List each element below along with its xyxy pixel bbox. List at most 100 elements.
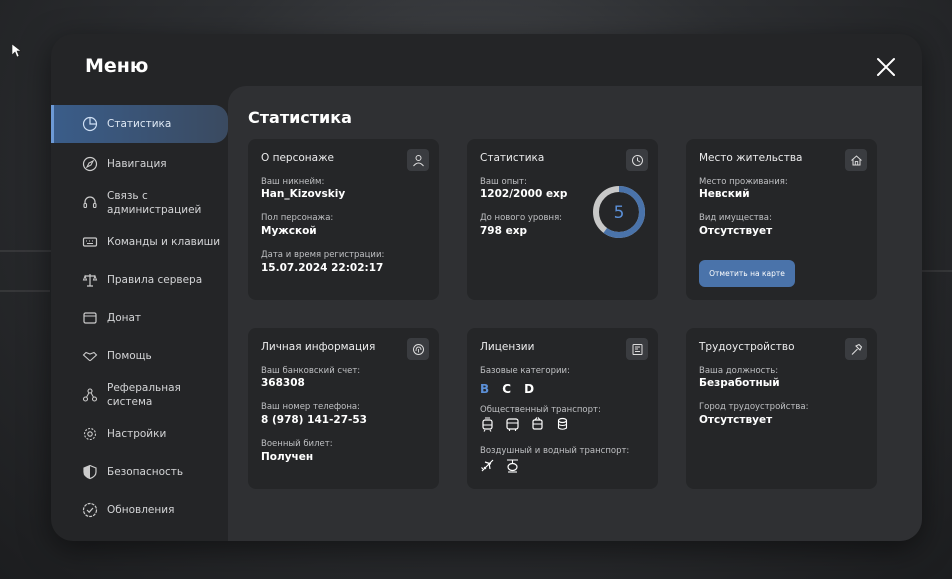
sidebar-item-rules[interactable]: Правила сервера bbox=[51, 261, 228, 299]
sidebar-item-updates[interactable]: Обновления bbox=[51, 491, 228, 529]
military-value: Получен bbox=[261, 451, 314, 463]
sidebar-item-donate[interactable]: Донат bbox=[51, 299, 228, 337]
sidebar-item-label: Навигация bbox=[107, 158, 167, 170]
registration-value: 15.07.2024 22:02:17 bbox=[261, 262, 384, 274]
fingerprint-icon bbox=[407, 338, 429, 360]
exp-label: Ваш опыт: bbox=[480, 177, 527, 187]
place-label: Место проживания: bbox=[699, 177, 788, 187]
page-title: Статистика bbox=[248, 108, 352, 127]
menu-title: Меню bbox=[85, 55, 149, 77]
gear-icon bbox=[83, 427, 97, 441]
sidebar-item-label: Обновления bbox=[107, 504, 175, 516]
gender-label: Пол персонажа: bbox=[261, 213, 334, 223]
clock-icon bbox=[626, 149, 648, 171]
home-icon bbox=[845, 149, 867, 171]
employment-card: Трудоустройство Ваша должность: Безработ… bbox=[686, 328, 877, 489]
card-title: Статистика bbox=[480, 152, 545, 164]
card-title: Трудоустройство bbox=[699, 341, 795, 353]
sidebar-item-label: Помощь bbox=[107, 350, 152, 362]
shield-icon bbox=[83, 464, 97, 480]
license-category-b: B bbox=[480, 382, 490, 396]
bank-label: Ваш банковский счет: bbox=[261, 366, 361, 376]
card-title: Место жительства bbox=[699, 152, 803, 164]
metro-icon bbox=[557, 417, 568, 430]
job-city-label: Город трудоустройства: bbox=[699, 402, 809, 412]
sidebar-item-admin-contact[interactable]: Связь с администрацией bbox=[51, 183, 228, 223]
license-document-icon bbox=[626, 338, 648, 360]
sidebar-item-security[interactable]: Безопасность bbox=[51, 453, 228, 491]
sidebar-item-settings[interactable]: Настройки bbox=[51, 415, 228, 453]
mark-on-map-button[interactable]: Отметить на карте bbox=[699, 260, 795, 287]
gender-value: Мужской bbox=[261, 225, 317, 237]
headset-icon bbox=[83, 196, 97, 209]
close-icon[interactable] bbox=[875, 56, 897, 78]
job-city-value: Отсутствует bbox=[699, 414, 773, 426]
compass-icon bbox=[82, 156, 98, 172]
wallet-icon bbox=[83, 312, 97, 324]
license-category-c: C bbox=[502, 382, 512, 396]
sidebar-item-help[interactable]: Помощь bbox=[51, 337, 228, 375]
nickname-label: Ваш никнейм: bbox=[261, 177, 325, 187]
licenses-card: Лицензии Базовые категории: B C D Общест… bbox=[467, 328, 658, 489]
sidebar-item-label: Безопасность bbox=[107, 466, 184, 478]
air-water-transport-label: Воздушный и водный транспорт: bbox=[480, 446, 630, 456]
phone-label: Ваш номер телефона: bbox=[261, 402, 360, 412]
license-categories: B C D bbox=[480, 378, 542, 397]
scales-icon bbox=[82, 274, 98, 287]
sidebar-item-label: Связь с администрацией bbox=[107, 190, 202, 216]
handshake-icon bbox=[82, 351, 98, 362]
card-title: О персонаже bbox=[261, 152, 335, 164]
military-label: Военный билет: bbox=[261, 439, 333, 449]
mouse-cursor-icon bbox=[12, 44, 22, 58]
base-categories-label: Базовые категории: bbox=[480, 366, 570, 376]
character-card: О персонаже Ваш никнейм: Han_Kizovskiy П… bbox=[248, 139, 439, 300]
sidebar-item-label: Настройки bbox=[107, 428, 167, 440]
registration-label: Дата и время регистрации: bbox=[261, 250, 385, 260]
next-level-value: 798 exp bbox=[480, 225, 527, 237]
referral-icon bbox=[82, 388, 98, 402]
tram-icon bbox=[482, 417, 493, 432]
next-level-label: До нового уровня: bbox=[480, 213, 563, 223]
airplane-icon bbox=[481, 459, 494, 472]
sidebar-item-label: Реферальная система bbox=[107, 382, 181, 408]
air-water-transport-icons bbox=[480, 458, 520, 473]
card-title: Лицензии bbox=[480, 341, 535, 353]
level-ring: 5 bbox=[593, 186, 645, 238]
sidebar: Статистика Навигация Связь с администрац… bbox=[51, 105, 228, 529]
level-value: 5 bbox=[614, 203, 625, 223]
bus-icon bbox=[506, 418, 519, 431]
sidebar-item-label: Правила сервера bbox=[107, 274, 203, 286]
hammer-icon bbox=[845, 338, 867, 360]
sidebar-item-label: Статистика bbox=[107, 118, 172, 130]
card-title: Личная информация bbox=[261, 341, 376, 353]
sidebar-item-commands[interactable]: Команды и клавиши bbox=[51, 223, 228, 261]
keyboard-icon bbox=[82, 237, 98, 247]
person-icon bbox=[407, 149, 429, 171]
check-badge-icon bbox=[82, 502, 98, 518]
content-panel: Статистика О персонаже Ваш никнейм: Han_… bbox=[228, 86, 922, 541]
bank-value: 368308 bbox=[261, 377, 305, 389]
phone-value: 8 (978) 141-27-53 bbox=[261, 414, 367, 426]
trolleybus-icon bbox=[532, 417, 543, 430]
sidebar-item-label: Команды и клавиши bbox=[107, 236, 221, 248]
property-value: Отсутствует bbox=[699, 225, 773, 237]
public-transport-icons bbox=[480, 417, 570, 432]
helicopter-icon bbox=[507, 459, 518, 473]
property-label: Вид имущества: bbox=[699, 213, 772, 223]
residence-card: Место жительства Место проживания: Невск… bbox=[686, 139, 877, 300]
menu-window: Меню Статистика Навигация Связь с админи… bbox=[51, 34, 922, 541]
stats-card: Статистика Ваш опыт: 1202/2000 exp До но… bbox=[467, 139, 658, 300]
position-value: Безработный bbox=[699, 377, 780, 389]
sidebar-item-label: Донат bbox=[107, 312, 142, 324]
pie-chart-icon bbox=[82, 116, 98, 132]
position-label: Ваша должность: bbox=[699, 366, 779, 376]
exp-value: 1202/2000 exp bbox=[480, 188, 568, 200]
place-value: Невский bbox=[699, 188, 750, 200]
sidebar-item-statistics[interactable]: Статистика bbox=[51, 105, 228, 143]
sidebar-item-referral[interactable]: Реферальная система bbox=[51, 375, 228, 415]
nickname-value: Han_Kizovskiy bbox=[261, 188, 346, 200]
public-transport-label: Общественный транспорт: bbox=[480, 405, 601, 415]
sidebar-item-navigation[interactable]: Навигация bbox=[51, 145, 228, 183]
license-category-d: D bbox=[524, 382, 535, 396]
personal-info-card: Личная информация Ваш банковский счет: 3… bbox=[248, 328, 439, 489]
